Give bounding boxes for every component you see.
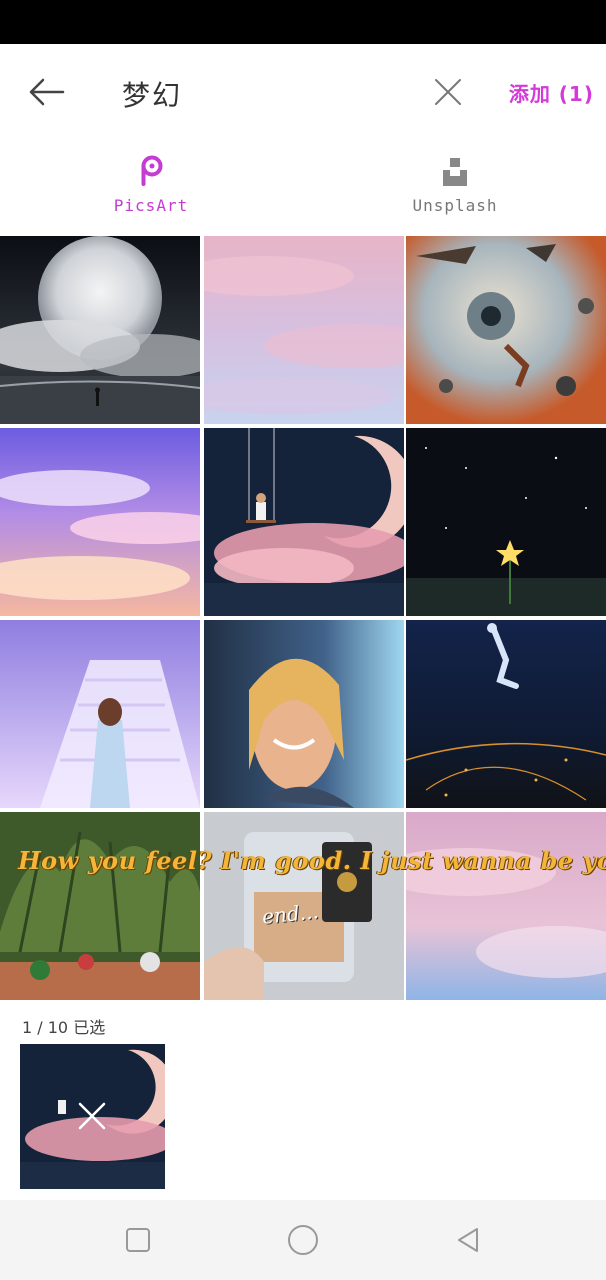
grid-image-moon-swing-girl[interactable]	[204, 428, 404, 616]
grid-image-smiling-woman[interactable]	[204, 620, 404, 808]
picsart-logo-icon	[141, 155, 163, 186]
page-title: 梦幻	[122, 79, 183, 112]
grid-image-starry-night-flower[interactable]	[406, 428, 606, 616]
home-button[interactable]	[285, 1222, 321, 1258]
system-nav-bar	[0, 1200, 606, 1280]
close-icon	[435, 79, 461, 105]
tab-picsart[interactable]: PicsArt	[51, 150, 251, 230]
clear-search-button[interactable]	[428, 70, 468, 114]
back-button[interactable]	[22, 70, 72, 114]
recents-button[interactable]	[120, 1222, 156, 1258]
grid-image-stairs-girl[interactable]	[0, 620, 200, 808]
grid-image-floating-rocks-eye[interactable]	[406, 236, 606, 424]
grid-image-moon-sea[interactable]	[0, 236, 200, 424]
square-recents-icon	[126, 1228, 150, 1252]
grid-image-pink-clouds[interactable]	[204, 236, 404, 424]
unsplash-logo-icon	[443, 158, 467, 186]
tab-unsplash-label: Unsplash	[412, 196, 498, 215]
circle-home-icon	[288, 1225, 318, 1255]
close-icon[interactable]	[72, 1096, 112, 1136]
image-grid: How you feel? I'm good. I just wanna be …	[0, 236, 606, 1002]
selected-thumbnail[interactable]	[20, 1044, 165, 1189]
status-bar	[0, 0, 606, 44]
source-tabs: PicsArt Unsplash	[0, 150, 606, 230]
grid-image-falling-man-city[interactable]	[406, 620, 606, 808]
arrow-left-icon	[29, 78, 65, 106]
grid-image-garden-gnomes[interactable]	[0, 812, 200, 1000]
tab-picsart-label: PicsArt	[113, 196, 189, 215]
grid-image-purple-sky-clouds[interactable]	[0, 428, 200, 616]
image-caption-overlay: How you feel? I'm good. I just wanna be …	[18, 846, 606, 875]
add-button[interactable]: 添加 (1)	[509, 78, 594, 107]
grid-image-pastel-sky[interactable]	[406, 812, 606, 1000]
selected-count: 1 / 10 已选	[22, 1018, 106, 1037]
triangle-back-icon	[458, 1228, 478, 1252]
back-nav-button[interactable]	[450, 1222, 486, 1258]
top-bar: 梦幻 添加 (1)	[0, 44, 606, 140]
tab-unsplash[interactable]: Unsplash	[355, 150, 555, 230]
